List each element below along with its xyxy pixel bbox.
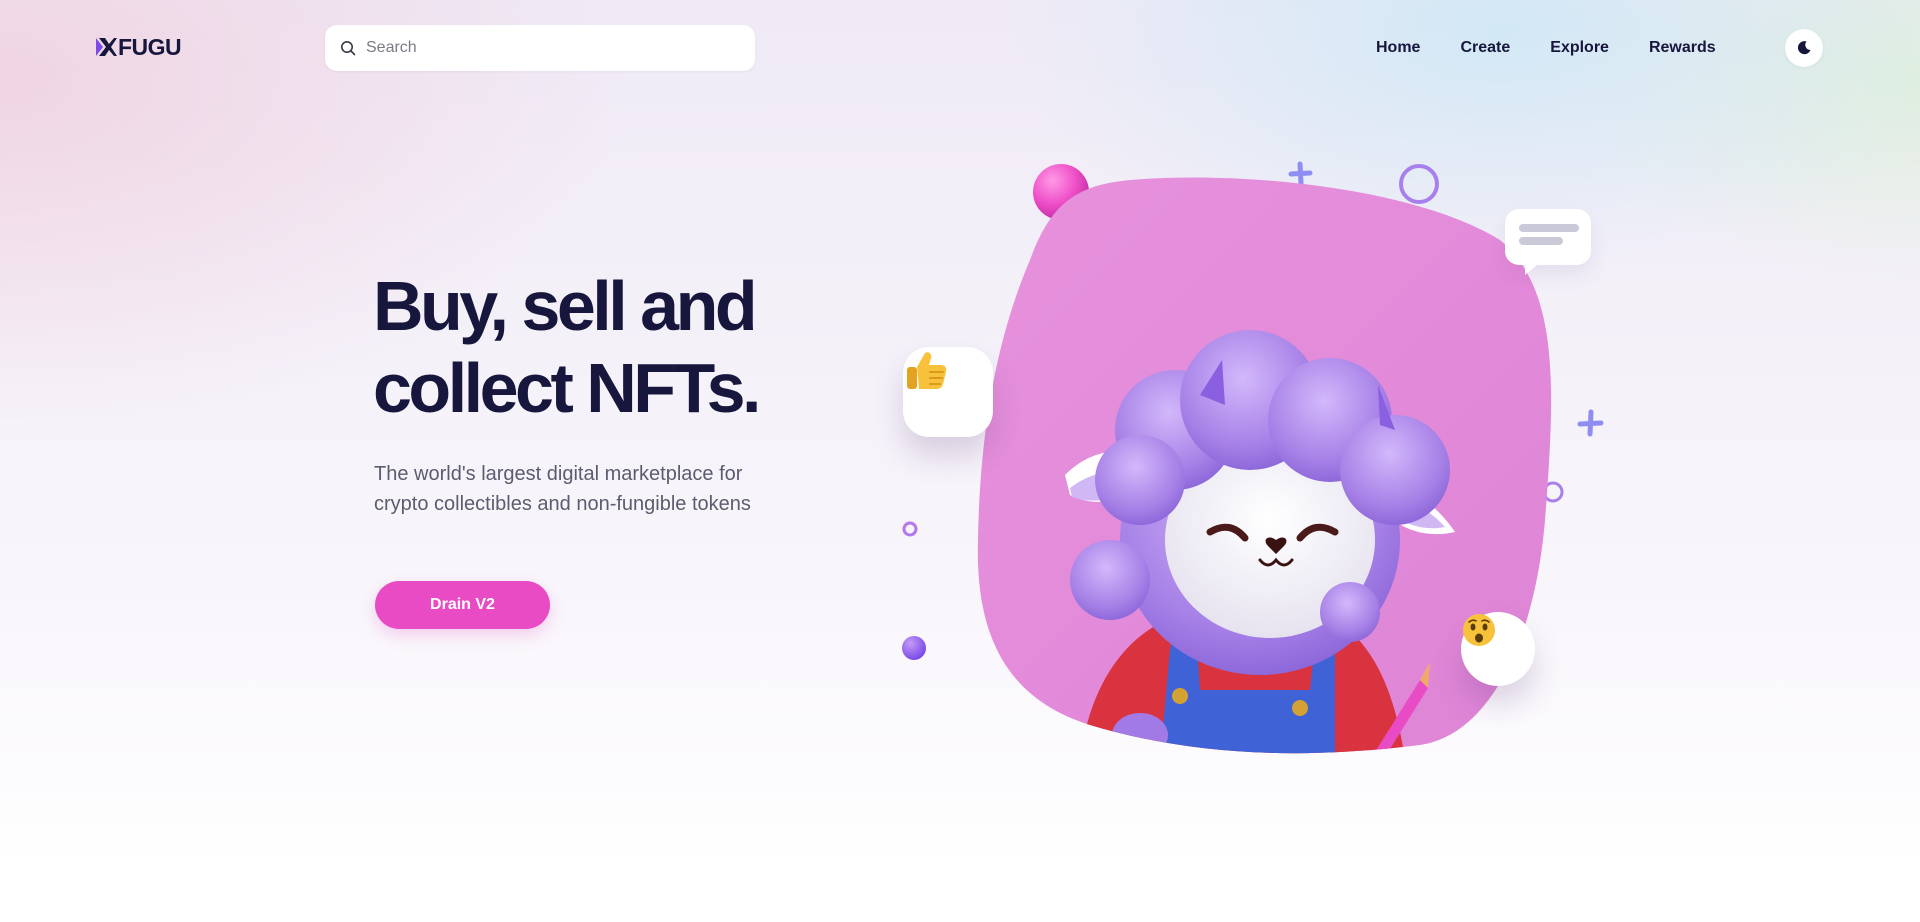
purple-sphere	[902, 636, 926, 660]
surprised-face-bubble	[1461, 612, 1535, 686]
pink-sphere	[1033, 164, 1089, 220]
hero-title: Buy, sell and collect NFTs.	[373, 265, 833, 429]
nav-home[interactable]: Home	[1376, 37, 1420, 59]
hero-title-line-2: collect NFTs.	[373, 349, 761, 427]
nav-create[interactable]: Create	[1460, 37, 1510, 59]
theme-toggle-button[interactable]	[1785, 29, 1823, 67]
chat-bubble-card	[1505, 209, 1591, 275]
ring-decoration	[902, 521, 918, 537]
thumbs-up-icon	[907, 352, 947, 389]
nav-rewards[interactable]: Rewards	[1649, 37, 1716, 59]
search-icon	[341, 41, 356, 56]
page: FUGU Home Create Explore Rewards Buy, se…	[0, 0, 1920, 922]
sparkle-icon	[1577, 409, 1604, 437]
thumbs-up-card	[903, 347, 993, 437]
sparkle-icon	[1288, 161, 1313, 186]
ring-decoration	[1542, 481, 1564, 503]
hero-bottom-fade	[0, 780, 1920, 922]
cta-button[interactable]: Drain V2	[375, 581, 550, 629]
chat-bubble-icon	[1519, 224, 1579, 275]
ring-decoration	[1399, 164, 1439, 204]
logo-mark-icon	[96, 38, 117, 56]
moon-icon	[1797, 41, 1811, 55]
hero-subtitle: The world's largest digital marketplace …	[374, 463, 751, 515]
pink-blob-background	[977, 177, 1552, 754]
main-nav: Home Create Explore Rewards	[1376, 37, 1716, 59]
search-bar[interactable]	[325, 25, 755, 71]
sheep-character	[1065, 330, 1455, 754]
logo[interactable]: FUGU	[95, 33, 182, 60]
surprised-face-icon	[1463, 614, 1495, 646]
hero-title-line-1: Buy, sell and	[373, 267, 758, 345]
logo-text: FUGU	[118, 33, 182, 60]
search-input[interactable]	[366, 39, 726, 57]
nav-explore[interactable]: Explore	[1550, 37, 1609, 59]
